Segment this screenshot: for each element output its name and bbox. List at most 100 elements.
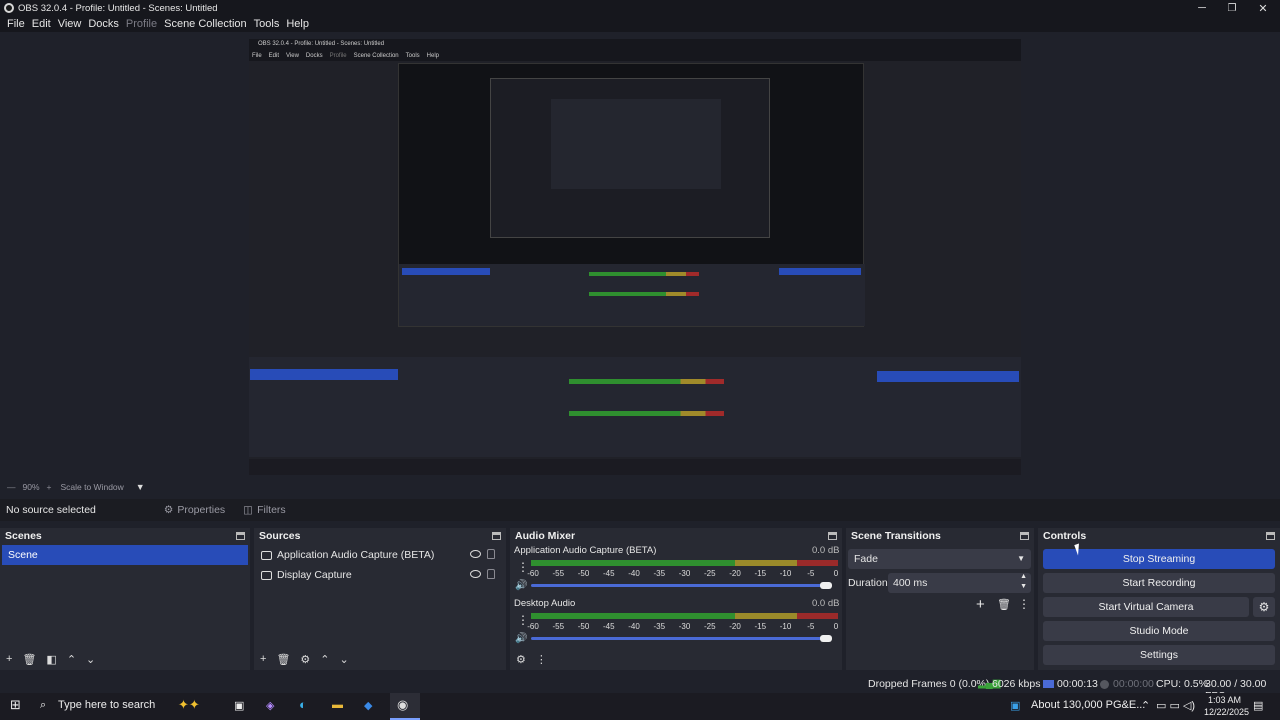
advanced-audio-icon[interactable]: ⚙ xyxy=(516,653,526,666)
copilot-app-icon[interactable]: ◈ xyxy=(266,699,274,712)
properties-label: Properties xyxy=(177,504,226,516)
move-up-icon[interactable]: ⌃ xyxy=(320,653,329,666)
start-virtual-camera-button[interactable]: Start Virtual Camera xyxy=(1043,597,1249,617)
filters-button[interactable]: ◫ Filters xyxy=(243,504,286,516)
search-icon[interactable]: ⌕ xyxy=(40,699,46,712)
volume-slider-knob[interactable] xyxy=(820,635,832,642)
volume-slider-knob[interactable] xyxy=(820,582,832,589)
scenes-title: Scenes xyxy=(5,530,42,542)
clock-time: 1:03 AM xyxy=(1208,695,1242,705)
preview-canvas[interactable]: OBS 32.0.4 - Profile: Untitled - Scenes:… xyxy=(249,39,1021,475)
undock-icon[interactable] xyxy=(828,532,837,540)
meter-segment xyxy=(735,613,797,619)
visibility-eye-icon[interactable] xyxy=(470,570,481,578)
meter-tick-label: -30 xyxy=(678,569,691,578)
nested-stop-streaming xyxy=(877,371,1019,382)
scene-filters-icon[interactable]: ◧ xyxy=(46,653,56,666)
volume-slider[interactable] xyxy=(531,637,830,640)
tray-chevron-icon[interactable]: ⌃ xyxy=(1141,699,1150,712)
add-transition-icon[interactable]: + xyxy=(976,596,985,613)
move-down-icon[interactable]: ⌄ xyxy=(340,653,349,666)
menu-edit[interactable]: Edit xyxy=(32,18,51,30)
taskbar-search[interactable]: Type here to search xyxy=(58,699,155,711)
remove-scene-icon[interactable]: 🗑 xyxy=(22,653,36,666)
record-time: 00:00:00 xyxy=(1113,678,1154,690)
duration-spinbox[interactable]: 400 ms ▲ ▼ xyxy=(888,573,1031,593)
weather-text[interactable]: About 130,000 PG&E... xyxy=(1031,699,1145,711)
close-button[interactable]: ✕ xyxy=(1248,0,1278,16)
meter-tick-label: 0 xyxy=(833,622,839,631)
scene-item[interactable]: Scene xyxy=(2,545,248,565)
zoom-minus-icon[interactable]: — xyxy=(7,482,16,492)
transition-menu-icon[interactable]: ⋮ xyxy=(1018,597,1030,611)
record-status-icon xyxy=(1100,680,1109,689)
menu-scene-collection[interactable]: Scene Collection xyxy=(164,18,247,30)
lock-icon[interactable] xyxy=(487,569,495,579)
meter-tick-label: -45 xyxy=(602,622,615,631)
windows-start-icon[interactable]: ⊞ xyxy=(10,697,21,713)
speaker-icon[interactable]: 🔊 xyxy=(515,633,527,644)
status-bar: Dropped Frames 0 (0.0%) ▂▄▆ 6026 kbps 00… xyxy=(0,675,1280,702)
store-app-icon[interactable]: ◆ xyxy=(364,699,372,712)
maximize-button[interactable]: ❐ xyxy=(1217,0,1247,16)
meter-ticks: -60 -55 -50 -45 -40 -35 -30 -25 -20 -15 -10 -5 0 xyxy=(527,622,839,632)
transitions-title: Scene Transitions xyxy=(851,530,941,542)
remove-source-icon[interactable]: 🗑 xyxy=(276,653,290,666)
properties-button[interactable]: ⚙ Properties xyxy=(164,504,225,516)
nested-menu-tools: Tools xyxy=(405,53,420,59)
menu-profile[interactable]: Profile xyxy=(126,18,157,30)
menu-docks[interactable]: Docks xyxy=(88,18,119,30)
meter-tick-label: -35 xyxy=(653,569,666,578)
menu-tools[interactable]: Tools xyxy=(254,18,280,30)
move-up-icon[interactable]: ⌃ xyxy=(67,653,76,666)
copilot-sparkle-icon[interactable]: ✦✦ xyxy=(178,697,200,713)
meter-segment xyxy=(531,560,736,566)
undock-icon[interactable] xyxy=(492,532,501,540)
sources-title: Sources xyxy=(259,530,301,542)
edge-browser-icon[interactable]: ◐ xyxy=(299,697,307,712)
visibility-eye-icon[interactable] xyxy=(470,550,481,558)
zoom-dropdown-icon[interactable]: ▼ xyxy=(136,482,145,492)
source-item-display-capture[interactable]: Display Capture xyxy=(258,565,504,585)
nested-menu-bar: File Edit View Docks Profile Scene Colle… xyxy=(249,51,1021,61)
zoom-mode[interactable]: Scale to Window xyxy=(60,482,123,492)
obs-logo-icon xyxy=(4,3,14,13)
meter-tick-label: -5 xyxy=(807,569,815,578)
tray-icons[interactable]: ▭ ▭ ◁) xyxy=(1156,699,1195,712)
source-properties-icon[interactable]: ⚙ xyxy=(300,653,310,666)
nested-meter xyxy=(589,292,699,296)
undock-icon[interactable] xyxy=(1020,532,1029,540)
nested-deeper-preview xyxy=(551,99,721,189)
remove-transition-icon[interactable]: 🗑 xyxy=(997,598,1011,611)
minimize-button[interactable]: ─ xyxy=(1187,0,1217,16)
settings-button[interactable]: Settings xyxy=(1043,645,1275,665)
source-item-app-audio[interactable]: Application Audio Capture (BETA) xyxy=(258,545,504,565)
add-source-icon[interactable]: + xyxy=(260,653,266,665)
undock-icon[interactable] xyxy=(1266,532,1275,540)
undock-icon[interactable] xyxy=(236,532,245,540)
spin-arrows-icon[interactable]: ▲ ▼ xyxy=(1020,572,1027,592)
nested-bottom-docks xyxy=(249,357,1021,457)
add-scene-icon[interactable]: + xyxy=(6,653,12,665)
menu-help[interactable]: Help xyxy=(286,18,309,30)
volume-slider[interactable] xyxy=(531,584,830,587)
speaker-icon[interactable]: 🔊 xyxy=(515,580,527,591)
meter-tick-label: -45 xyxy=(602,569,615,578)
meter-tick-label: -20 xyxy=(729,622,741,631)
task-view-icon[interactable]: ▣ xyxy=(234,699,244,712)
chevron-down-icon: ▼ xyxy=(1017,554,1025,563)
notification-icon[interactable]: ▤ xyxy=(1253,699,1263,712)
zoom-plus-icon[interactable]: + xyxy=(47,482,52,492)
menu-view[interactable]: View xyxy=(58,18,82,30)
move-down-icon[interactable]: ⌄ xyxy=(86,653,95,666)
zoom-value: 90% xyxy=(22,482,40,492)
virtual-camera-settings-gear-icon[interactable]: ⚙ xyxy=(1253,597,1275,617)
lock-icon[interactable] xyxy=(487,549,495,559)
mixer-menu-icon[interactable]: ⋮ xyxy=(536,653,547,666)
menu-file[interactable]: File xyxy=(7,18,25,30)
duration-value: 400 ms xyxy=(893,577,928,589)
file-explorer-icon[interactable]: ▬ xyxy=(332,699,343,711)
studio-mode-button[interactable]: Studio Mode xyxy=(1043,621,1275,641)
transition-select[interactable]: Fade ▼ xyxy=(848,549,1031,569)
start-recording-button[interactable]: Start Recording xyxy=(1043,573,1275,593)
